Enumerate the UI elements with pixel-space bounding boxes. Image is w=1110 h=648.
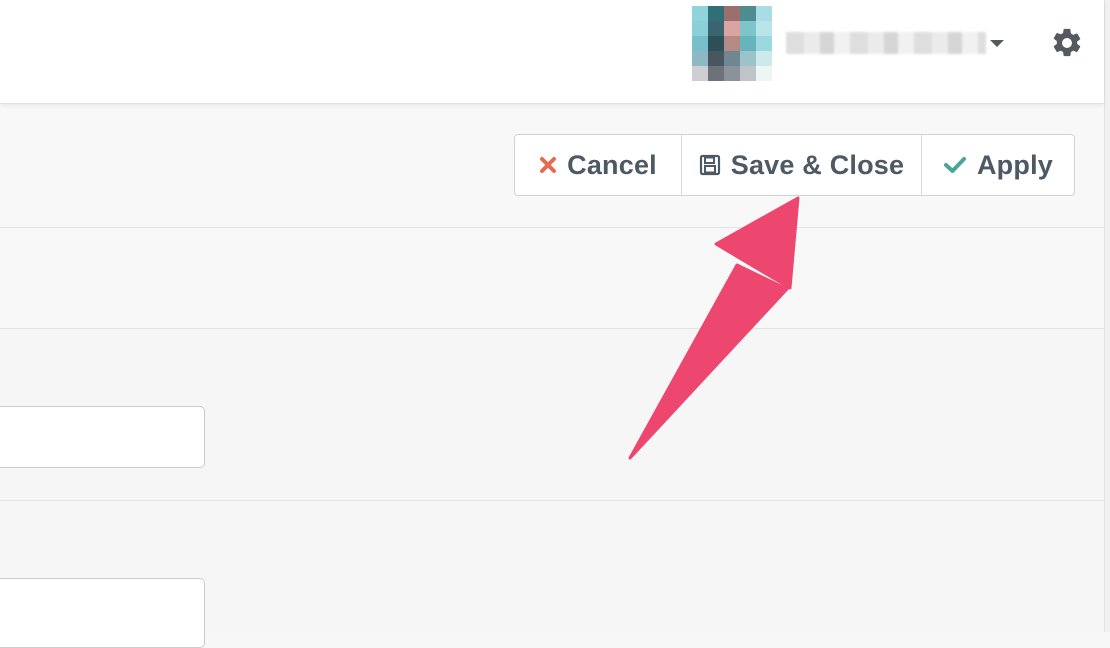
save-and-close-button[interactable]: Save & Close xyxy=(681,135,921,195)
content-band xyxy=(0,228,1104,329)
cancel-button[interactable]: Cancel xyxy=(515,135,681,195)
top-header xyxy=(0,0,1104,104)
user-name[interactable] xyxy=(786,32,986,54)
gear-icon[interactable] xyxy=(1050,26,1084,60)
cancel-label: Cancel xyxy=(567,149,657,180)
save-and-close-label: Save & Close xyxy=(730,149,905,180)
caret-down-icon[interactable] xyxy=(990,40,1004,47)
close-icon xyxy=(539,156,557,174)
pixelated-avatar-icon[interactable] xyxy=(692,6,772,81)
floppy-disk-icon xyxy=(699,154,721,176)
toolbar-button-group: Cancel Save & Close Apply xyxy=(514,134,1075,196)
page-scrollbar-track[interactable] xyxy=(1104,0,1110,632)
text-field[interactable] xyxy=(0,578,205,648)
text-field[interactable] xyxy=(0,406,205,468)
apply-label: Apply xyxy=(976,149,1053,180)
apply-button[interactable]: Apply xyxy=(921,135,1074,195)
check-icon xyxy=(943,155,967,175)
